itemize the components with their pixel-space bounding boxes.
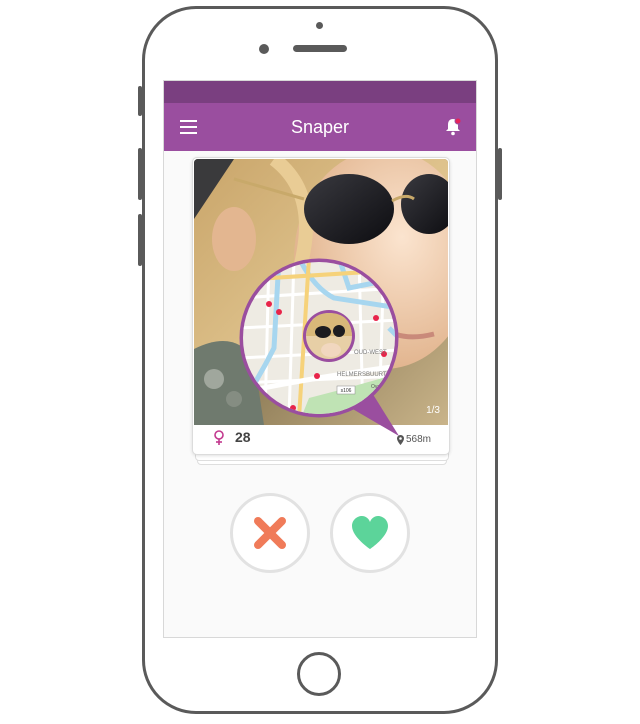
front-camera bbox=[259, 44, 269, 54]
location-map-bubble[interactable]: s106 OUD-WEST HELMERSBUURT Overtoom Vond… bbox=[239, 258, 399, 438]
silent-switch bbox=[138, 86, 142, 116]
app-screen: Snaper 1/3 28 568m s106 OUD-WEST HELMERS… bbox=[163, 80, 477, 638]
volume-up-button bbox=[138, 148, 142, 200]
power-button bbox=[498, 148, 502, 200]
earpiece-speaker bbox=[293, 45, 347, 52]
bell-icon[interactable] bbox=[444, 117, 462, 137]
app-title: Snaper bbox=[290, 116, 350, 137]
map-area-label-1: OUD-WEST bbox=[354, 350, 387, 356]
app-bar: Snaper bbox=[164, 103, 476, 151]
home-button[interactable] bbox=[297, 652, 341, 696]
hamburger-menu-icon[interactable] bbox=[180, 120, 197, 134]
heart-icon bbox=[352, 516, 388, 549]
proximity-sensor bbox=[316, 22, 323, 29]
volume-down-button bbox=[138, 214, 142, 266]
map-road-label: s106 bbox=[341, 388, 352, 394]
nope-button[interactable] bbox=[230, 493, 310, 573]
like-button[interactable] bbox=[330, 493, 410, 573]
photo-counter: 1/3 bbox=[426, 405, 440, 416]
profile-distance: 568m bbox=[406, 434, 432, 445]
female-icon bbox=[214, 430, 224, 445]
status-bar bbox=[164, 81, 476, 103]
map-area-label-2: HELMERSBUURT bbox=[337, 372, 387, 378]
map-park-label: Vondelpark bbox=[314, 426, 340, 432]
x-icon bbox=[254, 517, 286, 549]
